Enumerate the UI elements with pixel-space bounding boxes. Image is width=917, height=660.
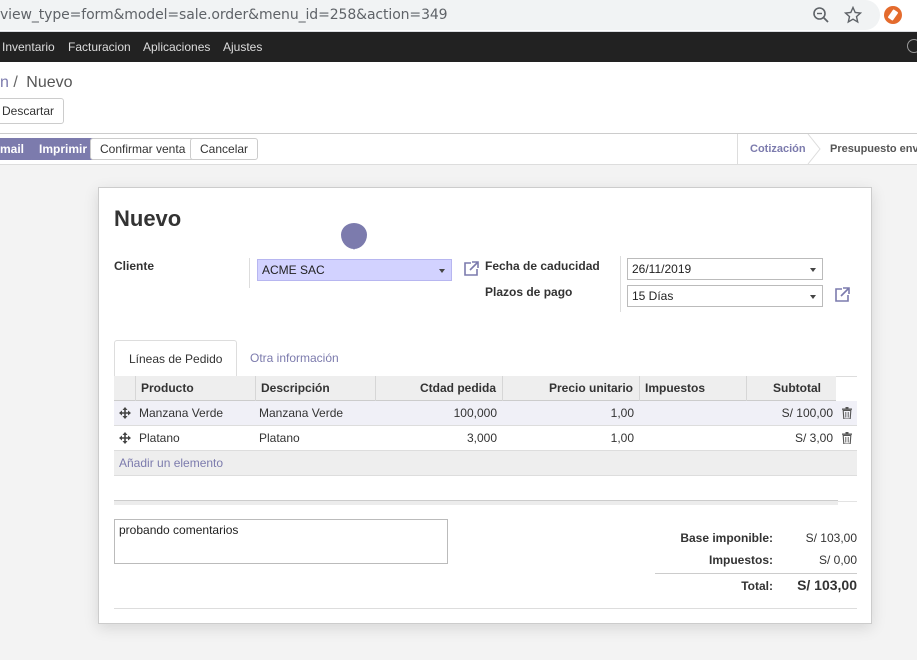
breadcrumb-current: Nuevo xyxy=(26,74,73,91)
trash-icon[interactable] xyxy=(842,432,852,444)
add-line-link[interactable]: Añadir un elemento xyxy=(119,456,223,470)
field-divider xyxy=(620,256,621,312)
divider xyxy=(114,608,857,609)
tab-other-info[interactable]: Otra información xyxy=(236,340,353,377)
cell-product: Platano xyxy=(139,431,180,445)
customer-value: ACME SAC xyxy=(262,263,325,277)
total-row: Total: S/ 103,00 xyxy=(655,577,857,599)
cell-description: Manzana Verde xyxy=(259,406,344,420)
menu-facturacion[interactable]: Facturacion xyxy=(68,40,131,54)
breadcrumb-parent[interactable]: n xyxy=(0,74,9,91)
star-icon[interactable] xyxy=(844,6,862,24)
notes-textarea[interactable]: probando comentarios xyxy=(114,519,448,564)
column-taxes[interactable]: Impuestos xyxy=(639,376,746,401)
cell-subtotal: S/ 3,00 xyxy=(794,431,833,445)
taxes-row: Impuestos: S/ 0,00 xyxy=(655,553,857,573)
field-divider xyxy=(249,258,250,288)
expiration-label: Fecha de caducidad xyxy=(485,259,600,273)
clock-icon[interactable] xyxy=(907,39,917,53)
cell-product: Manzana Verde xyxy=(139,406,224,420)
menu-inventario[interactable]: Inventario xyxy=(2,40,55,54)
status-bar: mail Imprimir Confirmar venta Cancelar C… xyxy=(0,134,917,165)
external-link-icon[interactable] xyxy=(462,260,480,278)
table-header: Producto Descripción Ctdad pedida Precio… xyxy=(114,376,836,401)
discard-button[interactable]: Descartar xyxy=(0,98,65,124)
taxes-label: Impuestos: xyxy=(708,553,773,567)
stage-quotation[interactable]: Cotización xyxy=(750,143,806,155)
cancel-button[interactable]: Cancelar xyxy=(190,138,259,160)
breadcrumb: n / Nuevo xyxy=(0,74,73,92)
cell-description: Platano xyxy=(259,431,300,445)
chevron-down-icon xyxy=(810,295,816,299)
cell-unit-price: 1,00 xyxy=(610,406,634,420)
total-value: S/ 103,00 xyxy=(797,577,857,593)
column-product[interactable]: Producto xyxy=(135,376,255,401)
payment-terms-select[interactable]: 15 Días xyxy=(627,285,823,307)
taxes-value: S/ 0,00 xyxy=(818,553,857,567)
form-sheet: Nuevo Cliente ACME SAC Fecha de caducida… xyxy=(98,187,872,624)
base-row: Base imponible: S/ 103,00 xyxy=(655,531,857,551)
table-row[interactable]: Platano Platano 3,000 1,00 S/ 3,00 xyxy=(114,426,857,451)
drag-handle-icon[interactable] xyxy=(119,432,131,444)
confirm-sale-button[interactable]: Confirmar venta xyxy=(90,138,196,160)
total-label: Total: xyxy=(741,579,773,593)
cell-quantity: 100,000 xyxy=(453,406,497,420)
tooltip-pin-icon xyxy=(341,223,367,250)
browser-address-bar: view_type=form&model=sale.order&menu_id=… xyxy=(0,0,917,32)
breadcrumb-separator: / xyxy=(13,74,18,91)
print-button[interactable]: Imprimir xyxy=(29,138,98,160)
add-line-row: Añadir un elemento xyxy=(114,451,857,476)
stage-quotation-sent[interactable]: Presupuesto envia xyxy=(830,143,917,155)
control-panel: n / Nuevo Descartar xyxy=(0,62,917,134)
horizontal-scrollbar[interactable] xyxy=(114,500,838,505)
totals-divider xyxy=(655,573,857,574)
zoom-icon[interactable] xyxy=(812,6,830,24)
payment-terms-value: 15 Días xyxy=(632,289,674,303)
chevron-down-icon xyxy=(439,269,445,273)
record-title: Nuevo xyxy=(114,206,182,231)
external-link-icon[interactable] xyxy=(833,286,851,304)
menu-aplicaciones[interactable]: Aplicaciones xyxy=(143,40,210,54)
column-quantity[interactable]: Ctdad pedida xyxy=(375,376,502,401)
payment-terms-label: Plazos de pago xyxy=(485,285,573,299)
customer-select[interactable]: ACME SAC xyxy=(257,259,452,281)
cell-unit-price: 1,00 xyxy=(610,431,634,445)
chevron-down-icon xyxy=(810,268,816,272)
cell-subtotal: S/ 100,00 xyxy=(781,406,833,420)
column-description[interactable]: Descripción xyxy=(255,376,375,401)
customer-label: Cliente xyxy=(114,259,155,273)
notebook-tabs: Líneas de Pedido Otra información xyxy=(114,340,857,377)
table-row[interactable]: Manzana Verde Manzana Verde 100,000 1,00… xyxy=(114,401,857,426)
expiration-date-input[interactable]: 26/11/2019 xyxy=(627,258,823,280)
column-unit-price[interactable]: Precio unitario xyxy=(502,376,639,401)
stage-pipeline: Cotización Presupuesto envia xyxy=(737,134,917,164)
base-label: Base imponible: xyxy=(680,531,773,545)
stage-arrow-icon xyxy=(807,134,821,164)
top-navbar: Inventario Facturacion Aplicaciones Ajus… xyxy=(0,32,917,62)
column-subtotal[interactable]: Subtotal xyxy=(746,376,836,401)
url-field[interactable]: view_type=form&model=sale.order&menu_id=… xyxy=(0,0,880,30)
tab-order-lines[interactable]: Líneas de Pedido xyxy=(114,340,238,377)
extension-icon[interactable] xyxy=(884,6,902,24)
url-text[interactable]: view_type=form&model=sale.order&menu_id=… xyxy=(0,7,448,23)
base-value: S/ 103,00 xyxy=(805,531,857,545)
drag-handle-icon[interactable] xyxy=(119,407,131,419)
trash-icon[interactable] xyxy=(842,407,852,419)
expiration-value: 26/11/2019 xyxy=(632,262,692,276)
menu-ajustes[interactable]: Ajustes xyxy=(223,40,262,54)
cell-quantity: 3,000 xyxy=(466,431,497,445)
